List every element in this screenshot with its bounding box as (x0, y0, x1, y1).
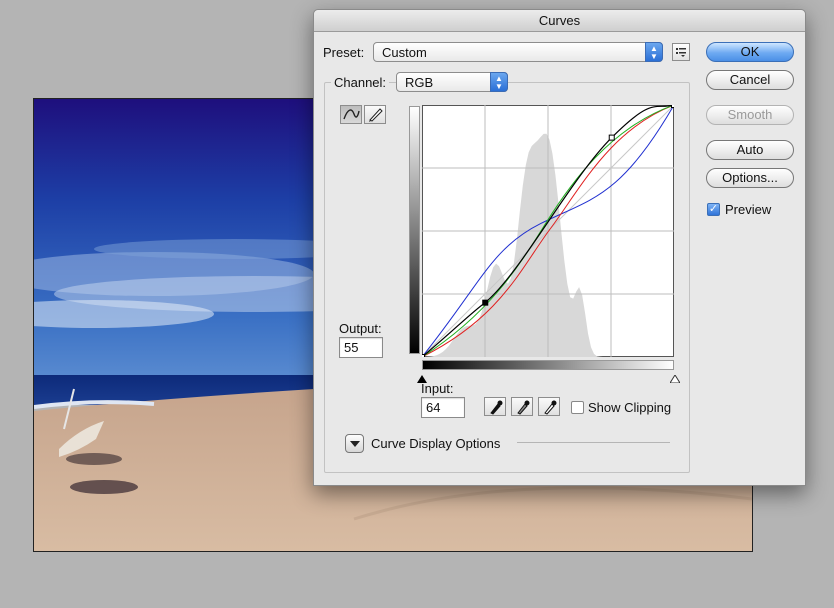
channel-value: RGB (405, 75, 434, 90)
preview-label: Preview (725, 202, 772, 217)
updown-arrows-icon: ▲ ▼ (490, 72, 508, 92)
input-label: Input: (421, 381, 454, 396)
black-point-eyedropper-icon[interactable] (484, 397, 506, 416)
channel-select[interactable]: RGB ▲ ▼ (396, 72, 508, 92)
updown-arrows-icon: ▲ ▼ (645, 42, 663, 62)
auto-button[interactable]: Auto (706, 140, 794, 160)
preset-select[interactable]: Custom ▲ ▼ (373, 42, 663, 62)
output-field[interactable]: 55 (339, 337, 383, 358)
curve-control-point (482, 299, 489, 306)
curve-control-point (419, 354, 425, 360)
white-point-slider[interactable] (669, 371, 681, 386)
preview-checkbox[interactable]: ✓ (707, 203, 720, 216)
dialog-title[interactable]: Curves (314, 10, 805, 32)
preset-value: Custom (382, 45, 427, 60)
preset-label: Preset: (323, 45, 365, 60)
show-clipping-checkbox[interactable] (571, 401, 584, 414)
output-gradient-bar (409, 106, 420, 354)
curve-graph[interactable] (419, 102, 677, 360)
separator (517, 442, 670, 443)
disclosure-triangle-icon[interactable] (345, 434, 364, 453)
channel-label: Channel: (331, 75, 390, 90)
cancel-button[interactable]: Cancel (706, 70, 794, 90)
options-button[interactable]: Options... (706, 168, 794, 188)
curve-point-tool-icon[interactable] (340, 105, 362, 124)
input-field[interactable]: 64 (421, 397, 465, 418)
white-point-eyedropper-icon[interactable] (538, 397, 560, 416)
gray-point-eyedropper-icon[interactable] (511, 397, 533, 416)
preset-options-icon[interactable] (672, 43, 690, 61)
curve-display-options-label[interactable]: Curve Display Options (371, 436, 500, 451)
show-clipping-label: Show Clipping (588, 400, 672, 415)
curve-control-point (608, 134, 615, 141)
smooth-button[interactable]: Smooth (706, 105, 794, 125)
curves-dialog: Curves Preset: Custom ▲ ▼ OK Cancel Smoot… (313, 9, 806, 486)
ok-button[interactable]: OK (706, 42, 794, 62)
output-label: Output: (339, 321, 382, 336)
input-gradient-bar (422, 360, 674, 370)
curve-control-point (671, 102, 677, 108)
pencil-tool-icon[interactable] (364, 105, 386, 124)
